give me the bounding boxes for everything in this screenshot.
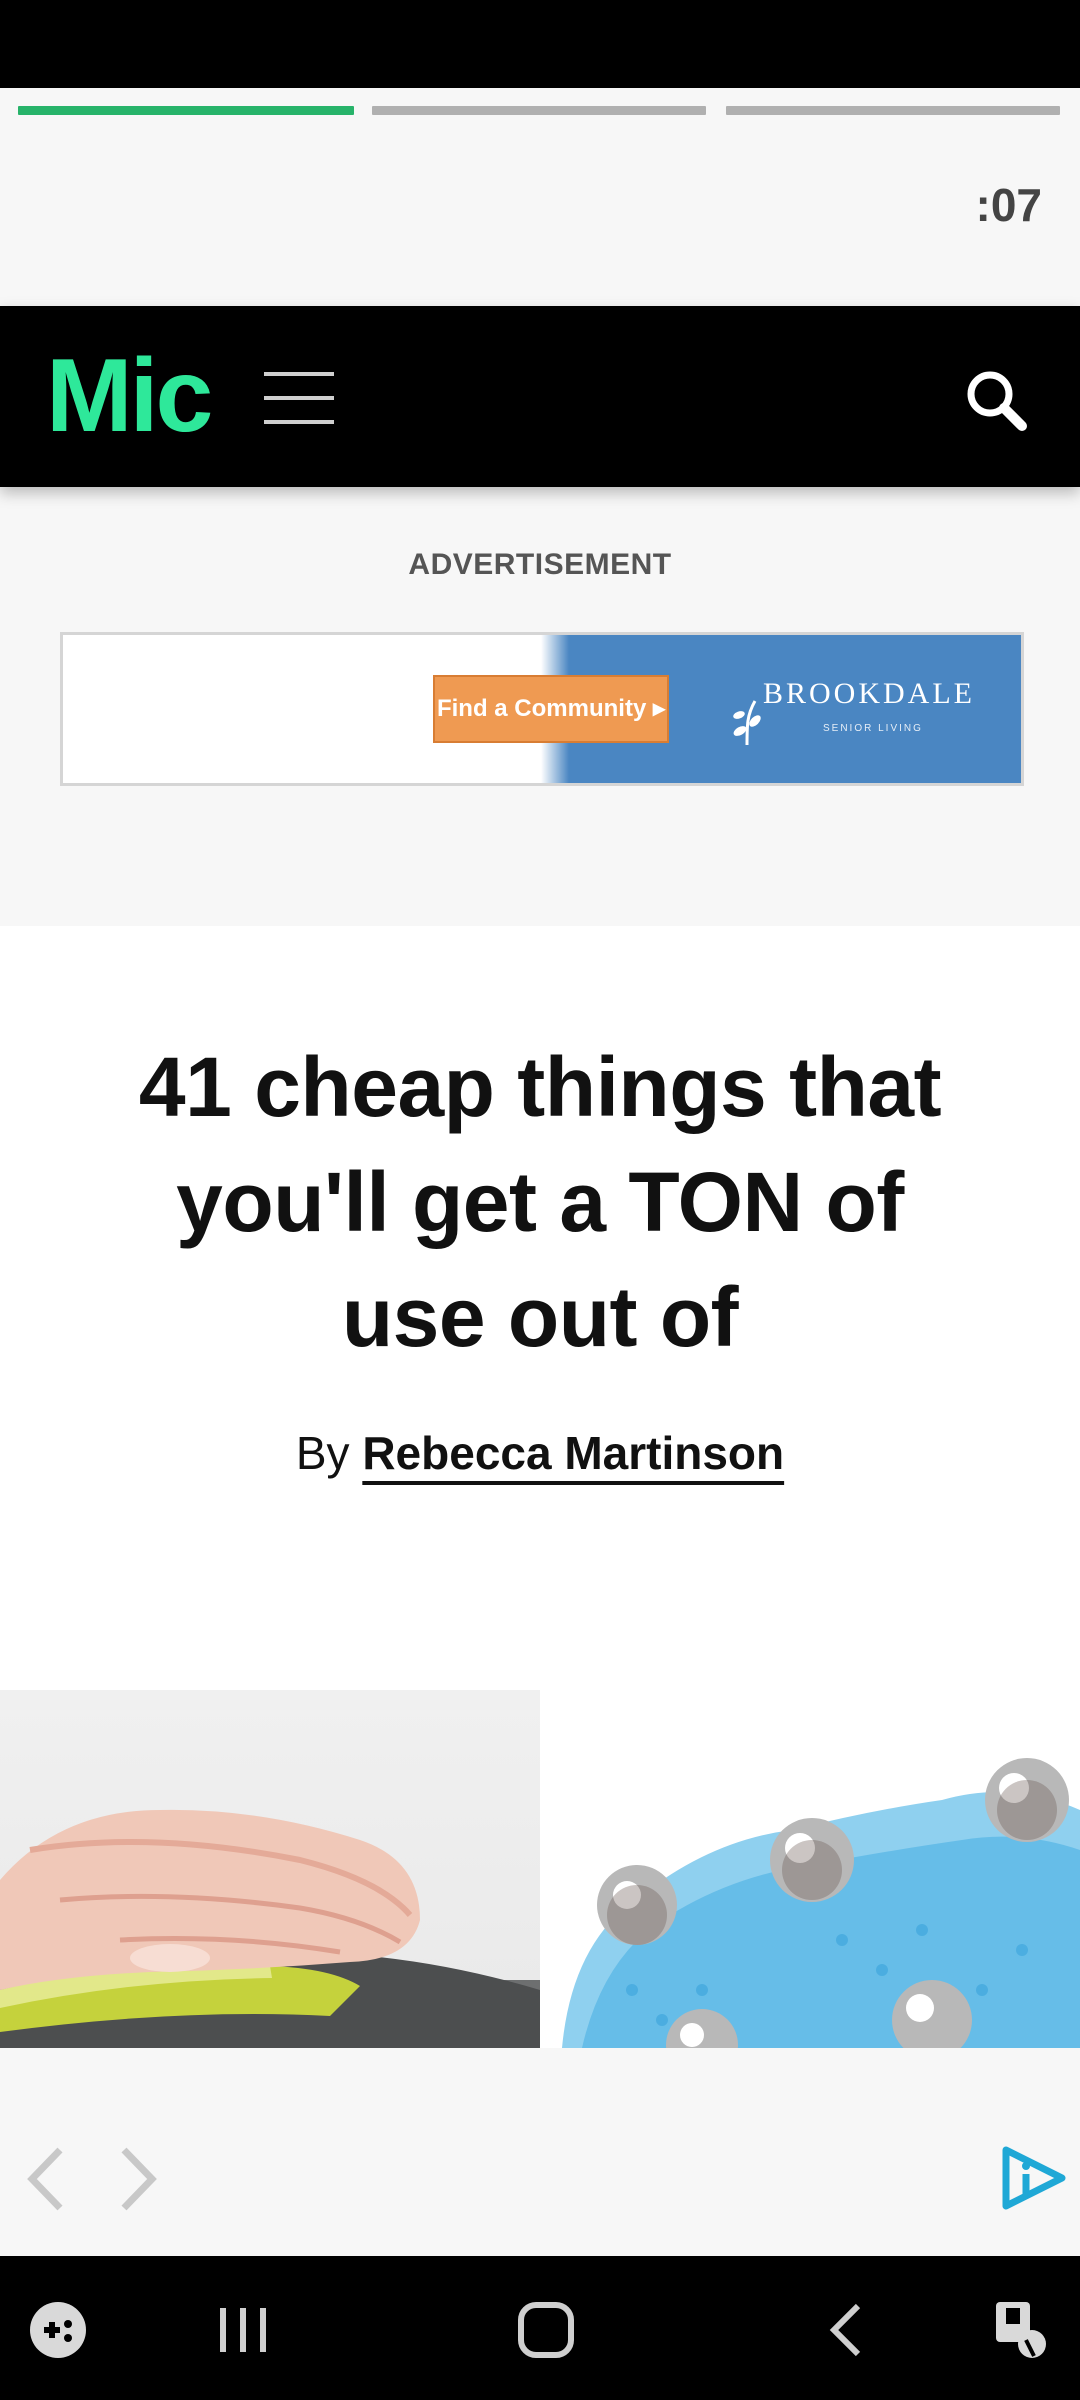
story-progress: :07 [0, 88, 1080, 306]
leaf-logo-icon [733, 700, 761, 746]
play-info-icon[interactable] [1000, 2146, 1068, 2210]
product-image-left[interactable] [0, 1690, 540, 2048]
chevron-right-icon[interactable] [116, 2144, 160, 2214]
story-timer: :07 [975, 179, 1042, 231]
accessibility-icon[interactable] [990, 2296, 1050, 2362]
hamburger-icon[interactable] [264, 372, 334, 424]
find-community-button[interactable]: Find a Community ▸ [433, 675, 669, 743]
game-launcher-icon[interactable] [28, 2300, 88, 2360]
home-icon[interactable] [516, 2300, 576, 2360]
recent-apps-icon[interactable] [216, 2302, 270, 2358]
site-header: Mic [0, 306, 1080, 487]
product-image-right[interactable] [542, 1690, 1080, 2048]
back-icon[interactable] [826, 2302, 866, 2358]
byline-prefix: By [295, 1427, 350, 1479]
search-icon[interactable] [964, 368, 1028, 432]
progress-segment-3 [726, 106, 1060, 115]
article-title: 41 cheap things that you'll get a TON of… [138, 1040, 942, 1364]
ad-brand-sub: SENIOR LIVING [823, 723, 923, 734]
android-nav-bar [0, 2256, 1080, 2400]
progress-segment-1 [18, 106, 354, 115]
chevron-left-icon[interactable] [24, 2144, 68, 2214]
progress-segment-2 [372, 106, 706, 115]
author-link[interactable]: Rebecca Martinson [362, 1427, 784, 1479]
ad-banner[interactable]: Find a Community ▸ BROOKDALE SENIOR LIVI… [60, 632, 1024, 786]
mic-logo[interactable]: Mic [46, 344, 213, 448]
story-controls [0, 2048, 1080, 2256]
status-bar [0, 0, 1080, 88]
byline: By Rebecca Martinson [0, 1426, 1080, 1480]
ad-brand: BROOKDALE [763, 677, 975, 710]
ad-label: ADVERTISEMENT [408, 548, 672, 581]
